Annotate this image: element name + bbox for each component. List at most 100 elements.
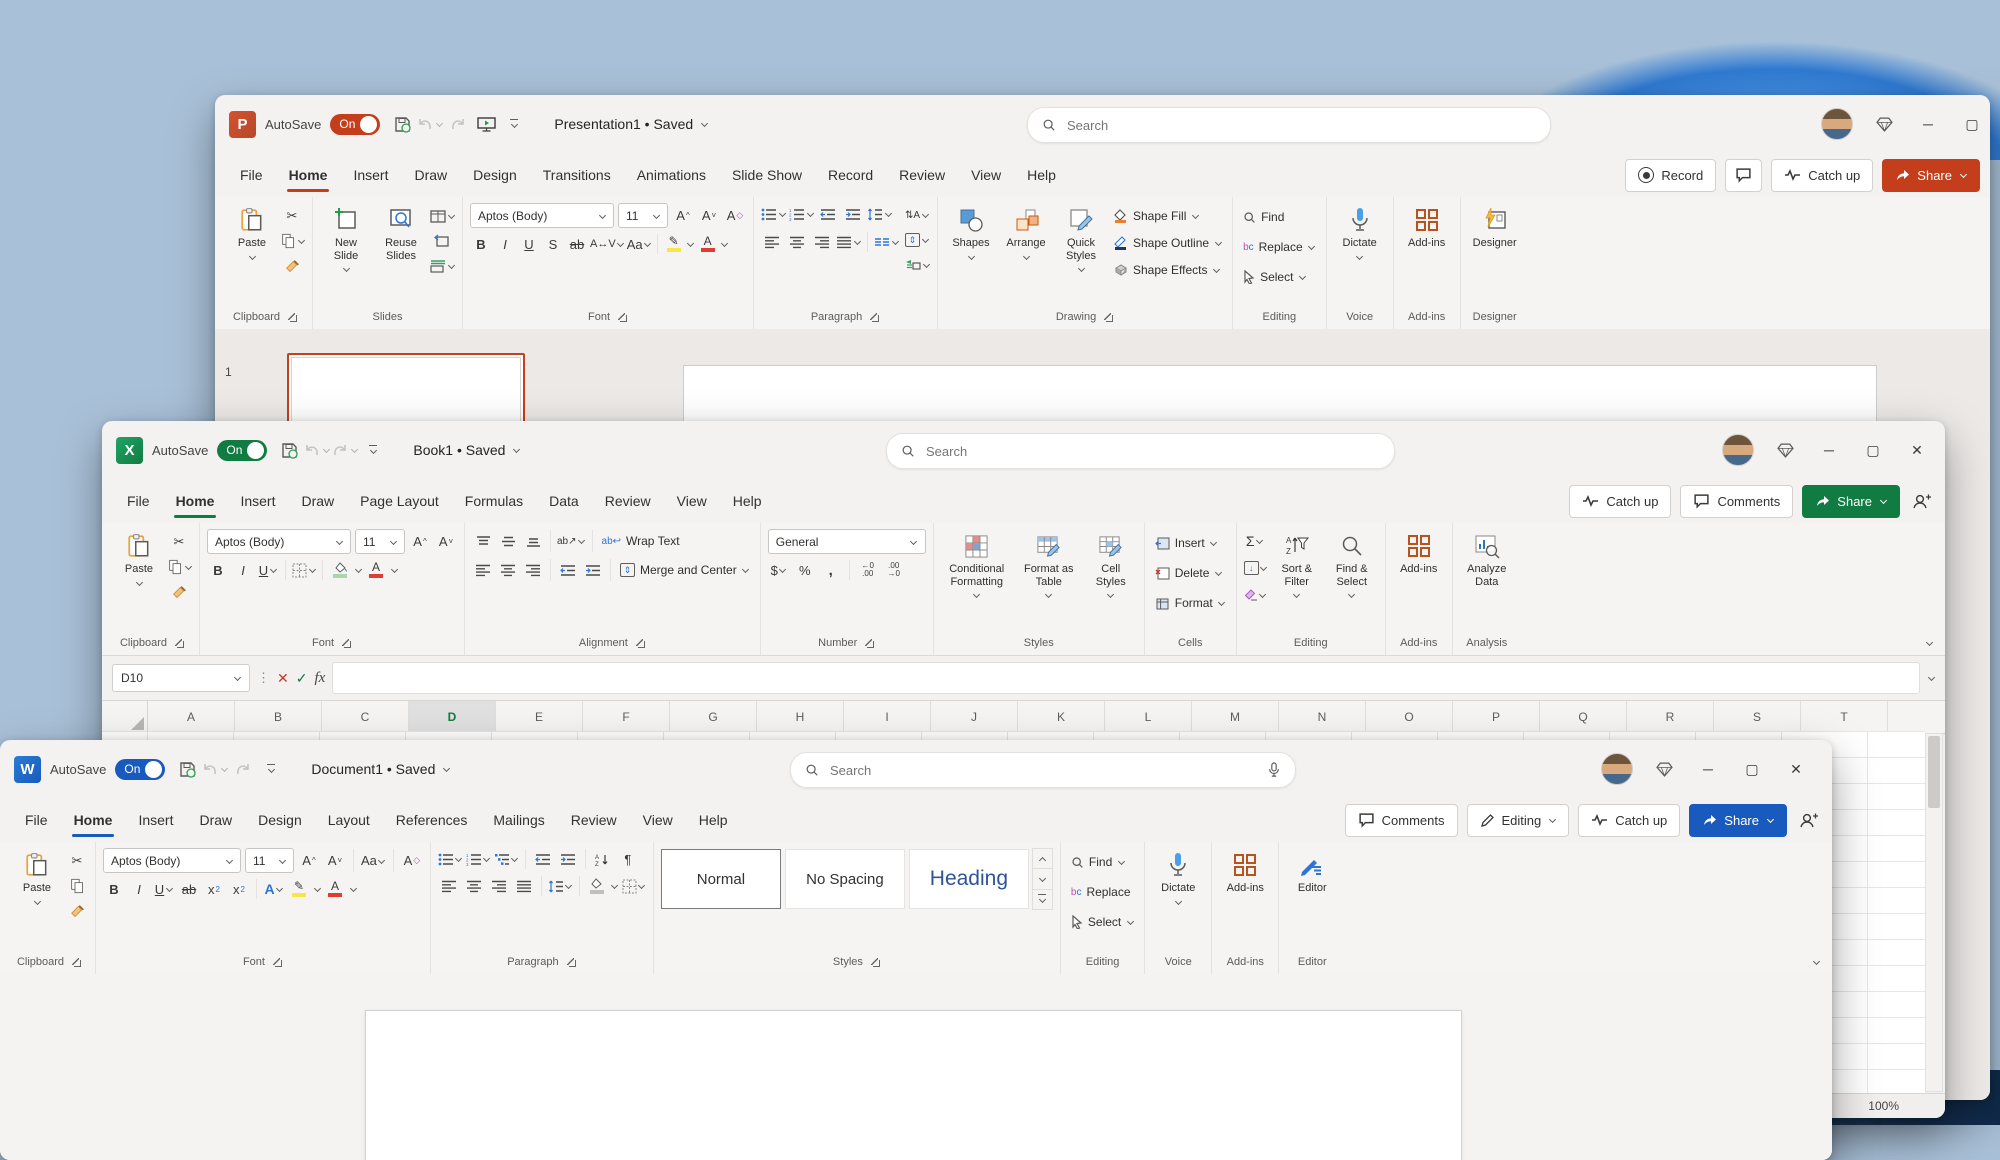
autosave-toggle[interactable]: On bbox=[217, 440, 267, 461]
close-button[interactable]: ✕ bbox=[1774, 740, 1818, 798]
sort-filter-button[interactable]: AZ Sort & Filter bbox=[1271, 529, 1323, 602]
select-button[interactable]: Select bbox=[1068, 910, 1137, 934]
ppt-search-box[interactable] bbox=[1027, 107, 1551, 143]
comments-button[interactable]: Comments bbox=[1345, 804, 1458, 837]
collapse-ribbon-icon[interactable] bbox=[1925, 639, 1933, 647]
select-all-corner[interactable] bbox=[102, 701, 148, 733]
cell-styles-button[interactable]: Cell Styles bbox=[1085, 529, 1137, 602]
column-header[interactable]: O bbox=[1366, 701, 1453, 733]
bold-button[interactable]: B bbox=[207, 559, 229, 581]
redo-button[interactable] bbox=[445, 109, 471, 139]
reuse-slides-button[interactable]: Reuse Slides bbox=[375, 203, 427, 265]
cancel-icon[interactable]: ✕ bbox=[277, 670, 289, 687]
format-painter-button[interactable] bbox=[66, 900, 88, 922]
fill-color-button[interactable] bbox=[329, 559, 351, 581]
replace-button[interactable]: bcReplace bbox=[1068, 880, 1134, 904]
highlight-color-button[interactable]: ✎ bbox=[663, 233, 685, 255]
maximize-button[interactable]: ▢ bbox=[1730, 740, 1774, 798]
reset-slide-button[interactable] bbox=[430, 230, 452, 252]
redo-button[interactable] bbox=[332, 435, 358, 465]
borders-button[interactable] bbox=[622, 875, 646, 897]
comments-button[interactable]: Comments bbox=[1680, 485, 1793, 518]
qat-overflow-icon[interactable] bbox=[360, 435, 386, 465]
slide-layout-button[interactable] bbox=[430, 205, 455, 227]
underline-button[interactable]: U bbox=[257, 559, 279, 581]
font-dialog-launcher[interactable] bbox=[341, 638, 352, 649]
format-painter-button[interactable] bbox=[168, 581, 190, 603]
ribbon-tab[interactable]: Slide Show bbox=[719, 153, 815, 197]
column-header[interactable]: M bbox=[1192, 701, 1279, 733]
paragraph-dialog-launcher[interactable] bbox=[566, 957, 577, 968]
column-header[interactable]: T bbox=[1801, 701, 1888, 733]
cut-button[interactable]: ✂ bbox=[281, 205, 303, 227]
decrease-decimal-button[interactable]: .00→0 bbox=[883, 559, 905, 581]
avatar[interactable] bbox=[1821, 108, 1853, 140]
align-right-button[interactable] bbox=[488, 875, 510, 897]
ribbon-tab[interactable]: View bbox=[958, 153, 1014, 197]
copy-button[interactable] bbox=[66, 875, 88, 897]
maximize-button[interactable]: ▢ bbox=[1950, 95, 1990, 153]
decrease-indent-button[interactable] bbox=[817, 203, 839, 225]
ribbon-tab[interactable]: Formulas bbox=[452, 479, 536, 523]
gallery-more-icon[interactable] bbox=[1033, 890, 1052, 909]
sort-button[interactable]: AZ bbox=[592, 848, 614, 870]
style-card[interactable]: Heading bbox=[909, 849, 1029, 909]
change-case-button[interactable]: Aa bbox=[361, 850, 386, 872]
catch-up-button[interactable]: Catch up bbox=[1771, 159, 1873, 192]
ribbon-tab[interactable]: Design bbox=[460, 153, 530, 197]
font-dialog-launcher[interactable] bbox=[272, 957, 283, 968]
undo-button[interactable] bbox=[304, 435, 330, 465]
record-button[interactable]: Record bbox=[1625, 159, 1716, 192]
namebox-splitter[interactable]: ⋮ bbox=[257, 670, 270, 686]
ribbon-tab[interactable]: Data bbox=[536, 479, 592, 523]
column-header[interactable]: J bbox=[931, 701, 1018, 733]
replace-button[interactable]: bcReplace bbox=[1240, 235, 1319, 259]
increase-indent-button[interactable] bbox=[582, 559, 604, 581]
decrease-font-button[interactable]: A˅ bbox=[435, 531, 457, 553]
italic-button[interactable]: I bbox=[494, 233, 516, 255]
numbering-button[interactable]: 123 bbox=[466, 848, 491, 870]
find-button[interactable]: Find bbox=[1068, 850, 1128, 874]
insert-cells-button[interactable]: Insert bbox=[1152, 531, 1221, 555]
column-header[interactable]: Q bbox=[1540, 701, 1627, 733]
excel-document-title[interactable]: Book1 • Saved bbox=[413, 442, 520, 458]
autosave-toggle[interactable]: On bbox=[330, 114, 380, 135]
quick-styles-button[interactable]: Quick Styles bbox=[1055, 203, 1107, 276]
editor-button[interactable]: Editor bbox=[1286, 848, 1338, 898]
increase-font-button[interactable]: A^ bbox=[298, 850, 320, 872]
bottom-align-button[interactable] bbox=[522, 530, 544, 552]
designer-button[interactable]: Designer bbox=[1468, 203, 1522, 253]
justify-button[interactable] bbox=[836, 231, 861, 253]
ribbon-tab[interactable]: Mailings bbox=[480, 798, 557, 842]
format-painter-button[interactable] bbox=[281, 255, 303, 277]
addins-button[interactable]: Add-ins bbox=[1401, 203, 1453, 253]
increase-font-button[interactable]: A^ bbox=[409, 531, 431, 553]
column-header[interactable]: K bbox=[1018, 701, 1105, 733]
align-left-button[interactable] bbox=[472, 559, 494, 581]
increase-indent-button[interactable] bbox=[557, 848, 579, 870]
ribbon-tab[interactable]: Page Layout bbox=[347, 479, 452, 523]
clipboard-dialog-launcher[interactable] bbox=[287, 312, 298, 323]
cut-button[interactable]: ✂ bbox=[66, 850, 88, 872]
orientation-button[interactable]: ab↗ bbox=[557, 530, 586, 552]
share-person-icon[interactable] bbox=[1909, 486, 1935, 516]
ribbon-tab[interactable]: View bbox=[630, 798, 686, 842]
drawing-dialog-launcher[interactable] bbox=[1103, 312, 1114, 323]
font-color-button[interactable]: A bbox=[324, 878, 346, 900]
column-header[interactable]: E bbox=[496, 701, 583, 733]
ribbon-tab[interactable]: Layout bbox=[315, 798, 383, 842]
ribbon-tab[interactable]: References bbox=[383, 798, 481, 842]
align-left-button[interactable] bbox=[438, 875, 460, 897]
ribbon-tab[interactable]: File bbox=[227, 153, 276, 197]
column-header[interactable]: F bbox=[583, 701, 670, 733]
ribbon-tab[interactable]: Draw bbox=[401, 153, 460, 197]
autosave-toggle[interactable]: On bbox=[115, 759, 165, 780]
shape-effects-button[interactable]: Shape Effects bbox=[1110, 258, 1224, 282]
delete-cells-button[interactable]: Delete bbox=[1152, 561, 1226, 585]
align-right-button[interactable] bbox=[522, 559, 544, 581]
justify-button[interactable] bbox=[513, 875, 535, 897]
decrease-font-button[interactable]: A˅ bbox=[698, 205, 720, 227]
ribbon-tab[interactable]: File bbox=[114, 479, 163, 523]
excel-search-box[interactable] bbox=[886, 433, 1395, 469]
scrollbar-thumb[interactable] bbox=[1928, 736, 1940, 808]
